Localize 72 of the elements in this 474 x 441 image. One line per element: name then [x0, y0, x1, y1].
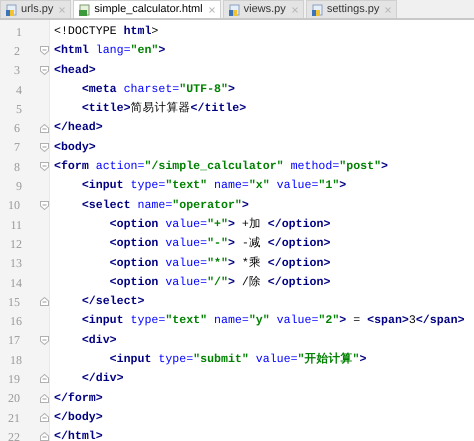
html-file-icon — [79, 4, 92, 16]
close-icon[interactable] — [59, 6, 66, 12]
code-line: <title>简易计算器</title> — [80, 100, 246, 118]
code-line: <input type="text" name="y" value="2"> = <span>3</span> — [80, 313, 465, 330]
code-line: </body> — [54, 410, 103, 426]
line-number: 20 — [7, 390, 20, 408]
tab-label: simple_calculator.html — [94, 2, 203, 18]
fold-marker-icon[interactable] — [40, 336, 49, 345]
line-number: 15 — [7, 294, 20, 311]
code-line: <head> — [54, 62, 96, 79]
python-file-icon — [6, 4, 18, 16]
python-file-icon — [312, 4, 324, 16]
code-line: <meta charset="UTF-8"> — [80, 82, 235, 98]
fold-marker-icon[interactable] — [40, 297, 49, 306]
line-number: 13 — [9, 255, 22, 272]
editor-tab[interactable]: simple_calculator.html — [73, 0, 221, 18]
code-line: </div> — [80, 371, 124, 388]
editor-tab[interactable]: urls.py — [0, 0, 72, 18]
line-number: 3 — [13, 62, 20, 80]
code-line: <form action="/simple_calculator" method="post"> — [54, 159, 388, 176]
fold-marker-icon[interactable] — [40, 432, 49, 441]
code-line: </select> — [80, 294, 144, 310]
code-line: <input type="submit" value="开始计算"> — [108, 351, 366, 368]
line-number: 16 — [9, 313, 22, 330]
code-line: <option value="-"> -减 </option> — [108, 236, 330, 252]
line-number: 4 — [15, 82, 22, 99]
line-number: 8 — [13, 158, 20, 176]
line-number: 17 — [7, 332, 20, 350]
code-line: <option value="*"> *乘 </option> — [108, 256, 330, 272]
fold-marker-icon[interactable] — [40, 200, 49, 210]
code-line: <div> — [80, 332, 117, 349]
line-number: 2 — [13, 42, 20, 60]
line-number: 7 — [13, 139, 20, 156]
code-line: </html> — [54, 429, 103, 441]
code-line: <option value="+"> +加 </option> — [108, 216, 330, 233]
code-line: <html lang="en"> — [54, 43, 166, 60]
fold-marker-icon[interactable] — [40, 66, 49, 75]
tab-label: urls.py — [21, 2, 54, 18]
code-line: <!DOCTYPE html> — [54, 24, 158, 40]
line-number: 11 — [9, 216, 22, 234]
close-icon[interactable] — [208, 6, 215, 12]
fold-marker-icon[interactable] — [40, 413, 49, 422]
code-line: <body> — [54, 140, 96, 156]
line-number: 18 — [9, 352, 22, 369]
line-number: 10 — [7, 197, 20, 214]
line-number: 22 — [7, 428, 20, 441]
line-number: 5 — [15, 100, 22, 118]
python-file-icon — [228, 4, 241, 16]
fold-marker-icon[interactable] — [40, 142, 49, 152]
editor-tab[interactable]: settings.py — [306, 0, 398, 18]
code-line: <option value="/"> /除 </option> — [108, 274, 330, 291]
code-line: <select name="operator"> — [80, 198, 249, 214]
fold-marker-icon[interactable] — [40, 162, 49, 172]
editor-tab[interactable]: views.py — [222, 0, 304, 18]
code-line: </form> — [54, 390, 103, 407]
fold-marker-icon[interactable] — [40, 394, 49, 403]
line-number: 21 — [7, 410, 20, 427]
line-number: 19 — [7, 370, 20, 388]
line-number: 12 — [9, 236, 22, 253]
line-number: 14 — [9, 274, 22, 292]
line-number: 6 — [13, 120, 20, 138]
close-icon[interactable] — [292, 6, 298, 12]
line-number: 9 — [15, 178, 22, 196]
tab-label: settings.py — [326, 2, 380, 18]
fold-marker-icon[interactable] — [40, 124, 49, 133]
line-number: 1 — [15, 24, 22, 41]
code-line: <input type="text" name="x" value="1"> — [80, 178, 346, 194]
tab-label: views.py — [244, 2, 286, 18]
fold-marker-icon[interactable] — [40, 46, 49, 56]
fold-marker-icon[interactable] — [40, 374, 49, 384]
close-icon[interactable] — [385, 6, 392, 12]
code-line: </head> — [54, 120, 103, 136]
